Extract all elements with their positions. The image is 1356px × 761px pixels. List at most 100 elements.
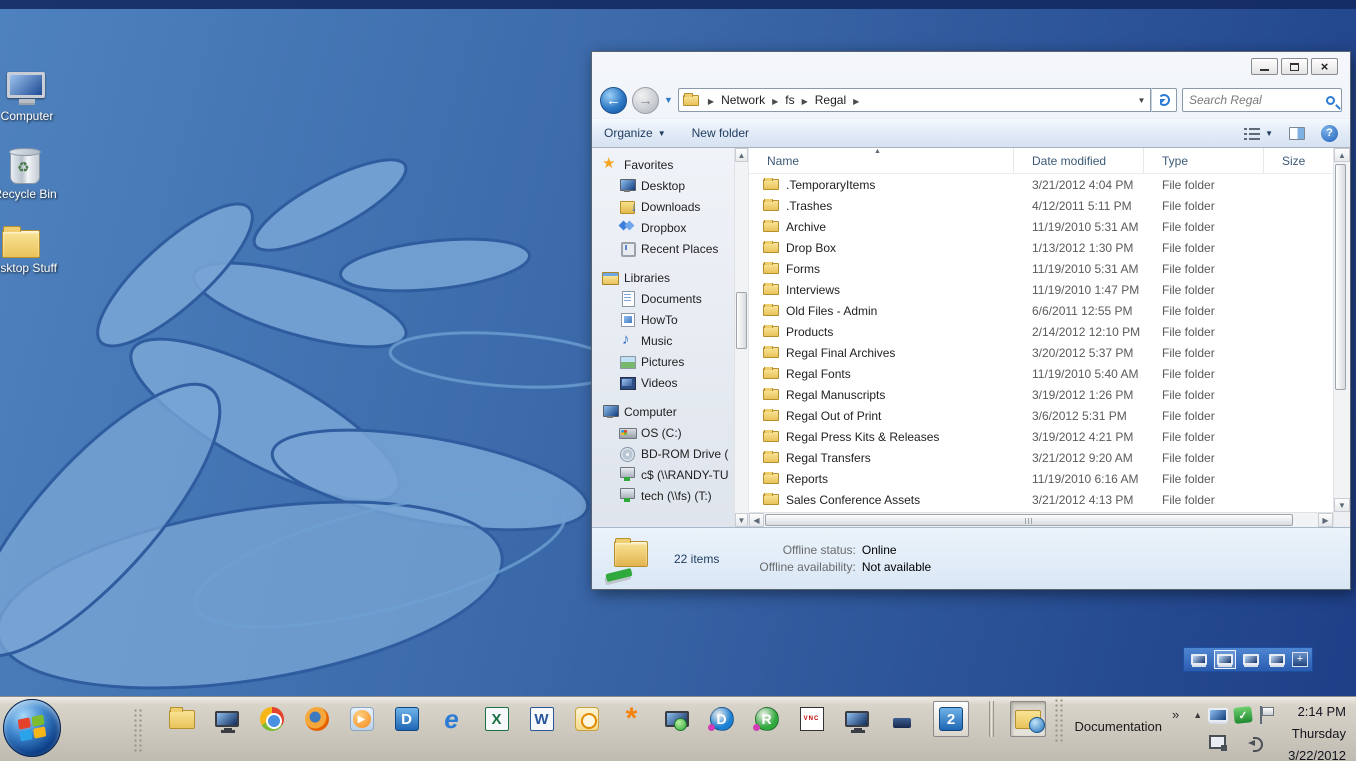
taskbar-remote-desktop-button[interactable] bbox=[663, 706, 690, 733]
taskbar-blue-d-app-button[interactable]: D bbox=[393, 706, 420, 733]
desktop-icon-recycle-bin[interactable]: Recycle Bin bbox=[0, 150, 67, 201]
file-row[interactable]: Products2/14/2012 12:10 PMFile folder bbox=[749, 321, 1333, 342]
sidebar-item-downloads[interactable]: Downloads bbox=[602, 196, 734, 217]
title-bar[interactable]: × bbox=[592, 52, 1350, 82]
taskbar-grip[interactable] bbox=[132, 707, 144, 753]
scroll-down-arrow[interactable]: ▼ bbox=[1334, 498, 1350, 512]
sync-tray-icon[interactable]: ✓ bbox=[1233, 706, 1253, 724]
file-row[interactable]: Regal Fonts11/19/2010 5:40 AMFile folder bbox=[749, 363, 1333, 384]
taskbar-media-player-button[interactable]: ▶ bbox=[348, 706, 375, 733]
action-center-icon[interactable] bbox=[1258, 706, 1272, 724]
clock[interactable]: 2:14 PM Thursday 3/22/2012 bbox=[1288, 701, 1346, 761]
virtual-desktop-1[interactable] bbox=[1188, 650, 1210, 669]
file-row[interactable]: Regal Manuscripts3/19/2012 1:26 PMFile f… bbox=[749, 384, 1333, 405]
scrollbar-thumb[interactable] bbox=[765, 514, 1293, 526]
organize-button[interactable]: Organize ▼ bbox=[604, 126, 666, 140]
horizontal-scrollbar[interactable]: ◀ ▶ bbox=[749, 512, 1333, 527]
preview-pane-button[interactable] bbox=[1289, 127, 1305, 140]
scroll-left-arrow[interactable]: ◀ bbox=[749, 513, 764, 527]
search-input[interactable] bbox=[1189, 93, 1326, 107]
address-dropdown-button[interactable]: ▼ bbox=[1133, 88, 1151, 112]
scroll-up-arrow[interactable]: ▲ bbox=[735, 148, 748, 162]
sidebar-item-dropbox[interactable]: Dropbox bbox=[602, 217, 734, 238]
taskbar-d-badge-app-button[interactable]: D bbox=[708, 706, 735, 733]
file-row[interactable]: Regal Out of Print3/6/2012 5:31 PMFile f… bbox=[749, 405, 1333, 426]
back-button[interactable]: ← bbox=[600, 87, 627, 114]
sidebar-item-videos[interactable]: Videos bbox=[602, 372, 734, 393]
scrollbar-thumb[interactable] bbox=[1335, 164, 1346, 390]
recent-pages-dropdown[interactable]: ▼ bbox=[664, 95, 673, 105]
desktop-icon-desktop-stuff[interactable]: Desktop Stuff bbox=[0, 230, 63, 275]
toolbar-chevron-icon[interactable]: » bbox=[1172, 707, 1179, 722]
virtual-desktop-4[interactable] bbox=[1266, 650, 1288, 669]
taskbar-firefox-button[interactable] bbox=[303, 706, 330, 733]
show-hidden-icons-button[interactable]: ▲ bbox=[1193, 710, 1202, 720]
taskbar-chrome-button[interactable] bbox=[258, 706, 285, 733]
file-row[interactable]: Regal Press Kits & Releases3/19/2012 4:2… bbox=[749, 426, 1333, 447]
file-row[interactable]: Drop Box1/13/2012 1:30 PMFile folder bbox=[749, 237, 1333, 258]
sidebar-item-tech-fs-t-[interactable]: tech (\\fs) (T:) bbox=[602, 485, 734, 506]
column-header-size[interactable]: Size bbox=[1264, 148, 1333, 173]
desktop-pager[interactable]: + bbox=[1183, 647, 1313, 672]
sidebar-item-desktop[interactable]: Desktop bbox=[602, 175, 734, 196]
search-box[interactable] bbox=[1182, 88, 1342, 112]
volume-tray-icon[interactable] bbox=[1244, 735, 1262, 751]
file-row[interactable]: Archive11/19/2010 5:31 AMFile folder bbox=[749, 216, 1333, 237]
address-bar[interactable]: ▶Network▶fs▶Regal▶ bbox=[678, 88, 1133, 112]
sidebar-item-howto[interactable]: HowTo bbox=[602, 309, 734, 330]
breadcrumb-item[interactable]: Network bbox=[721, 93, 765, 107]
sidebar-item-bd-rom-drive-[interactable]: BD-ROM Drive ( bbox=[602, 443, 734, 464]
sidebar-group-favorites[interactable]: Favorites bbox=[602, 154, 734, 175]
breadcrumb-item[interactable]: fs bbox=[785, 93, 794, 107]
taskbar-grip[interactable] bbox=[1053, 697, 1065, 743]
breadcrumb-item[interactable]: Regal bbox=[815, 93, 846, 107]
file-row[interactable]: Forms11/19/2010 5:31 AMFile folder bbox=[749, 258, 1333, 279]
network-tray-icon[interactable] bbox=[1209, 735, 1227, 751]
minimize-button[interactable] bbox=[1251, 58, 1278, 75]
taskbar-vnc-button[interactable]: VNC bbox=[798, 706, 825, 733]
virtual-desktop-3[interactable] bbox=[1240, 650, 1262, 669]
navigation-pane-scrollbar[interactable]: ▲ ▼ bbox=[734, 148, 748, 527]
documentation-toolbar[interactable]: Documentation » bbox=[1069, 701, 1194, 734]
taskbar-computer-app-button[interactable] bbox=[843, 706, 870, 733]
taskbar-word-button[interactable]: W bbox=[528, 706, 555, 733]
file-row[interactable]: Reports11/19/2010 6:16 AMFile folder bbox=[749, 468, 1333, 489]
refresh-button[interactable] bbox=[1151, 88, 1177, 112]
column-header-name[interactable]: Name bbox=[749, 148, 1014, 173]
scroll-down-arrow[interactable]: ▼ bbox=[735, 513, 748, 527]
taskbar-windows-explorer-button[interactable] bbox=[168, 706, 195, 733]
sidebar-item-music[interactable]: Music bbox=[602, 330, 734, 351]
scroll-up-arrow[interactable]: ▲ bbox=[1334, 148, 1350, 162]
taskbar-notes-window-button[interactable]: 2 bbox=[933, 701, 969, 737]
sidebar-item-recent-places[interactable]: Recent Places bbox=[602, 238, 734, 259]
help-button[interactable]: ? bbox=[1321, 125, 1338, 142]
taskbar-internet-explorer-button[interactable]: e bbox=[438, 706, 465, 733]
forward-button[interactable]: → bbox=[632, 87, 659, 114]
taskbar-r-badge-app-button[interactable]: R bbox=[753, 706, 780, 733]
taskbar-outlook-button[interactable] bbox=[573, 706, 600, 733]
sidebar-item-documents[interactable]: Documents bbox=[602, 288, 734, 309]
sidebar-item-os-c-[interactable]: OS (C:) bbox=[602, 422, 734, 443]
taskbar-flower-app-button[interactable]: * bbox=[618, 706, 645, 733]
close-button[interactable]: × bbox=[1311, 58, 1338, 75]
display-tray-icon[interactable] bbox=[1208, 708, 1228, 722]
virtual-desktop-2[interactable] bbox=[1214, 650, 1236, 669]
new-folder-button[interactable]: New folder bbox=[692, 126, 749, 140]
file-row[interactable]: .Trashes4/12/2011 5:11 PMFile folder bbox=[749, 195, 1333, 216]
scroll-right-arrow[interactable]: ▶ bbox=[1318, 513, 1333, 527]
column-header-type[interactable]: Type bbox=[1144, 148, 1264, 173]
column-header-date-modified[interactable]: Date modified bbox=[1014, 148, 1144, 173]
sidebar-item-c-randy-tu[interactable]: c$ (\\RANDY-TU bbox=[602, 464, 734, 485]
desktop-icon-computer[interactable]: Computer bbox=[0, 72, 69, 123]
file-row[interactable]: Regal Transfers3/21/2012 9:20 AMFile fol… bbox=[749, 447, 1333, 468]
taskbar-excel-button[interactable]: X bbox=[483, 706, 510, 733]
sidebar-group-libraries[interactable]: Libraries bbox=[602, 267, 734, 288]
taskbar-explorer-window-button[interactable] bbox=[1010, 701, 1046, 737]
file-row[interactable]: Sales Conference Assets3/21/2012 4:13 PM… bbox=[749, 489, 1333, 510]
taskbar-minimized-app-button[interactable] bbox=[888, 706, 915, 733]
sidebar-group-computer[interactable]: Computer bbox=[602, 401, 734, 422]
start-button[interactable] bbox=[3, 699, 61, 757]
scrollbar-thumb[interactable] bbox=[736, 292, 747, 349]
change-view-button[interactable]: ▼ bbox=[1244, 127, 1273, 140]
maximize-button[interactable] bbox=[1281, 58, 1308, 75]
